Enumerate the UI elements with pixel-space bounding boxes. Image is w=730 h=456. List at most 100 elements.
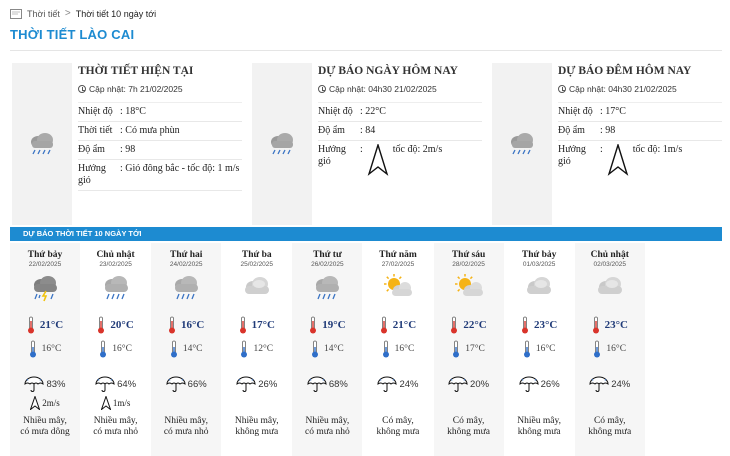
weather-desc-line2: không mưa (447, 427, 490, 437)
thermometer-cold-icon (29, 340, 36, 358)
forecast-day-4[interactable]: Thứ ba 25/02/2025 17°C 12°C 26% Nhiều mâ… (221, 243, 292, 456)
row-wind: Hướng gió : tốc độ: 1m/s (558, 141, 722, 179)
breadcrumb-separator: > (64, 8, 71, 19)
clock-icon (318, 85, 326, 93)
row-humidity: Độ ẩm: 98 (558, 122, 722, 141)
breadcrumb-home-link[interactable]: Thời tiết (27, 9, 60, 19)
tonight-forecast-card: DỰ BÁO ĐÊM HÔM NAY Cập nhật: 04h30 21/02… (492, 63, 722, 225)
cloudy-icon (597, 277, 622, 294)
rain-chance: 83% (46, 378, 66, 390)
temp-high: 23°C (533, 319, 558, 331)
day-date: 01/03/2025 (522, 261, 556, 268)
rain-chance: 26% (540, 378, 560, 390)
weather-icon-slot (434, 274, 504, 304)
clock-icon (78, 85, 86, 93)
day-date: 28/02/2025 (452, 261, 485, 268)
temp-high: 21°C (39, 319, 64, 331)
home-icon[interactable] (10, 8, 22, 19)
wind-speed: tốc độ: 2m/s (392, 144, 443, 155)
weather-desc-line2: không mưa (376, 427, 420, 437)
wind-info (363, 396, 433, 410)
forecast-day-1[interactable]: Thứ bảy 22/02/2025 21°C 16°C 83% 2m/s Nh… (10, 243, 80, 456)
weather-icon-slot (222, 274, 292, 304)
cloudy-icon (244, 277, 269, 294)
temp-high: 20°C (110, 319, 134, 331)
card-title: DỰ BÁO ĐÊM HÔM NAY (558, 65, 692, 77)
day-date: 22/02/2025 (28, 261, 62, 268)
partly-sunny-icon (454, 274, 483, 296)
wind-info (575, 396, 645, 410)
day-name: Thứ bảy (27, 250, 63, 260)
umbrella-icon (519, 376, 539, 392)
wind-speed: 1m/s (112, 398, 131, 408)
umbrella-icon (236, 376, 256, 392)
umbrella-icon (307, 376, 327, 392)
thermometer-hot-icon (239, 316, 246, 334)
thermometer-cold-icon (382, 340, 389, 358)
thermometer-cold-icon (170, 340, 177, 358)
card-title: DỰ BÁO NGÀY HÔM NAY (318, 65, 458, 77)
temp-high: 23°C (604, 319, 628, 331)
thunder-rain-cloud-icon (34, 276, 57, 302)
forecast-day-8[interactable]: Thứ bảy 01/03/2025 23°C 16°C 26% Nhiều m… (504, 243, 575, 456)
weather-desc-line2: có mưa nhỏ (93, 427, 138, 437)
updated-time: Cập nhật: 7h 21/02/2025 (89, 84, 183, 94)
wind-direction-arrow-icon (30, 396, 41, 410)
row-temperature: Nhiệt độ: 17°C (558, 103, 722, 122)
temp-high: 17°C (251, 319, 275, 331)
weather-desc-line1: Nhiều mây, (234, 416, 279, 426)
forecast-day-7[interactable]: Thứ sáu 28/02/2025 22°C 17°C 20% Có mây,… (433, 243, 504, 456)
rain-chance: 64% (117, 378, 137, 390)
forecast-day-9[interactable]: Chủ nhật 02/03/2025 23°C 16°C 24% Có mây… (574, 243, 645, 456)
rain-chance: 24% (611, 378, 631, 390)
thermometer-cold-icon (241, 340, 248, 358)
weather-icon-slot (504, 274, 574, 304)
title-divider (10, 50, 722, 51)
wind-direction-arrow-icon (100, 396, 111, 410)
row-humidity: Độ ẩm: 98 (78, 141, 242, 160)
row-wind: Hướng gió: Gió đông bắc - tốc độ: 1 m/s (78, 160, 242, 191)
temp-low: 16°C (606, 344, 627, 354)
wind-info: 2m/s (10, 396, 80, 410)
card-title: THỜI TIẾT HIỆN TẠI (78, 65, 194, 77)
page-title: THỜI TIẾT LÀO CAI (10, 27, 135, 42)
umbrella-icon (448, 376, 468, 392)
forecast-day-3[interactable]: Thứ hai 24/02/2025 16°C 14°C 66% Nhiều m… (151, 243, 222, 456)
row-weather: Thời tiết: Có mưa phùn (78, 122, 242, 141)
cloudy-icon (527, 277, 552, 294)
day-name: Thứ ba (241, 250, 272, 260)
forecast-day-2[interactable]: Chủ nhật 23/02/2025 20°C 16°C 64% 1m/s N… (80, 243, 151, 456)
temp-low: 16°C (394, 344, 415, 354)
thermometer-hot-icon (451, 316, 458, 334)
rain-chance: 68% (328, 378, 348, 390)
row-temperature: Nhiệt độ: 22°C (318, 103, 482, 122)
temp-low: 16°C (112, 344, 132, 354)
forecast-header: DỰ BÁO THỜI TIẾT 10 NGÀY TỚI (10, 227, 722, 241)
weather-desc-line2: không mưa (517, 427, 561, 437)
forecast-days: Thứ bảy 22/02/2025 21°C 16°C 83% 2m/s Nh… (10, 243, 722, 456)
umbrella-icon (24, 376, 44, 392)
temp-low: 17°C (465, 344, 485, 354)
wind-info (151, 396, 221, 410)
thermometer-cold-icon (100, 340, 107, 358)
rain-cloud-icon (511, 133, 533, 155)
weather-desc-line1: Nhiều mây, (93, 416, 138, 426)
forecast-day-5[interactable]: Thứ tư 26/02/2025 19°C 14°C 68% Nhiều mâ… (292, 243, 363, 456)
wind-info (292, 396, 362, 410)
weather-icon-slot (363, 274, 433, 304)
thermometer-hot-icon (521, 316, 528, 334)
wind-info (222, 396, 292, 410)
ten-day-forecast: DỰ BÁO THỜI TIẾT 10 NGÀY TỚI Thứ bảy 22/… (10, 227, 722, 456)
thermometer-hot-icon (27, 316, 34, 334)
wind-info (504, 396, 574, 410)
temp-low: 12°C (253, 344, 274, 354)
weather-desc-line2: có mưa nhỏ (163, 427, 209, 437)
temp-low: 16°C (535, 344, 556, 354)
weather-desc-line1: Có mây, (382, 416, 414, 426)
weather-desc-line1: Có mây, (452, 416, 485, 426)
rain-chance: 66% (187, 378, 207, 390)
weather-icon-slot (575, 274, 645, 304)
temp-low: 14°C (324, 344, 344, 354)
day-name: Thứ sáu (451, 250, 486, 260)
forecast-day-6[interactable]: Thứ năm 27/02/2025 21°C 16°C 24% Có mây,… (362, 243, 433, 456)
